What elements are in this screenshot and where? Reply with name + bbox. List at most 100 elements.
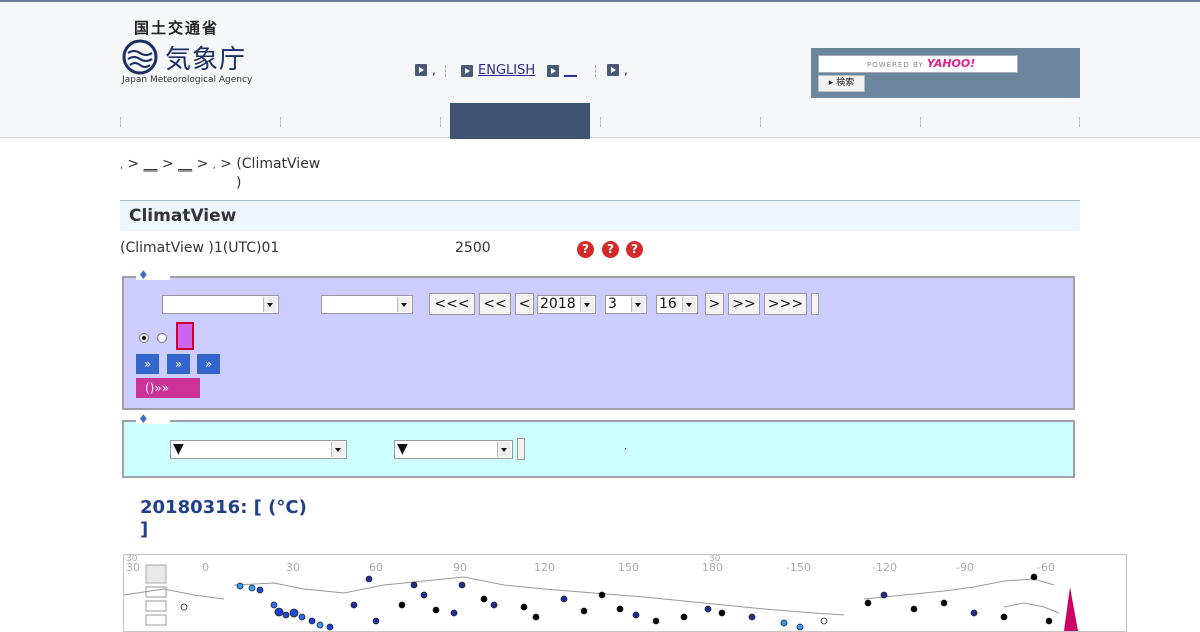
next-month-button[interactable]: >> <box>728 293 760 315</box>
next-year-button[interactable]: >>> <box>764 293 807 315</box>
option-select-b[interactable]: ▼ <box>394 440 513 459</box>
lon-label: -150 <box>786 561 811 574</box>
site-header: 国土交通省 気象庁 Japan Meteorological Agency , … <box>0 2 1200 139</box>
submit-button[interactable] <box>811 293 819 315</box>
header-link-1[interactable]: , <box>415 63 436 77</box>
lon-label: 60 <box>369 561 383 574</box>
arrow-icon <box>547 64 559 77</box>
breadcrumb-home[interactable]: , <box>120 161 123 171</box>
pink-action-button[interactable]: ()»» <box>136 378 200 398</box>
world-map[interactable]: 30 0 30 60 90 120 150 180 -150 -120 -90 … <box>123 554 1127 632</box>
prev-day-button[interactable]: < <box>515 293 534 315</box>
go-button-1[interactable]: » <box>136 354 159 374</box>
site-search: POWERED BY YAHOO! ▸ 検索 <box>811 48 1080 98</box>
lon-label: 30 <box>286 561 300 574</box>
chevron-down-icon <box>580 297 594 312</box>
divider <box>595 65 597 77</box>
ministry-name: 国土交通省 <box>134 19 220 37</box>
breadcrumb-separator: > <box>196 156 209 172</box>
day-select[interactable]: 16 <box>656 295 698 314</box>
colorbar-arrow <box>1064 587 1078 631</box>
element-select[interactable] <box>162 295 279 314</box>
yahoo-branding: POWERED BY YAHOO! <box>867 57 975 70</box>
page-title: ClimatView <box>129 206 237 226</box>
info-text: (ClimatView )1(UTC)01 <box>120 240 280 256</box>
breadcrumb-link[interactable]: , <box>213 161 216 171</box>
header-link-label: ENGLISH <box>478 63 536 78</box>
search-input[interactable]: POWERED BY YAHOO! <box>818 55 1018 73</box>
breadcrumb-link[interactable]: __ <box>144 156 158 172</box>
go-button-3[interactable]: » <box>197 354 220 374</box>
global-nav <box>120 103 1080 139</box>
lon-label: 150 <box>618 561 639 574</box>
prev-month-button[interactable]: << <box>479 293 511 315</box>
next-day-button[interactable]: > <box>705 293 724 315</box>
chevron-down-icon <box>682 297 696 312</box>
jma-logo[interactable]: 国土交通省 気象庁 Japan Meteorological Agency <box>122 17 252 92</box>
breadcrumb-current-end: ) <box>236 175 242 191</box>
prev-year-button[interactable]: <<< <box>429 293 475 315</box>
display-options-panel: ♦ ▼ ▼ , <box>122 412 1075 478</box>
zoom-level-step <box>145 600 167 612</box>
color-swatch[interactable] <box>176 322 194 350</box>
header-link-3[interactable]: __ <box>547 63 577 78</box>
chevron-down-icon <box>631 297 645 312</box>
lat-label: 30 <box>126 555 138 564</box>
go-button-2[interactable]: » <box>167 354 190 374</box>
option-select-a[interactable]: ▼ <box>170 440 347 459</box>
lon-label: 90 <box>453 561 467 574</box>
radio-option-1[interactable] <box>139 333 149 343</box>
page-title-bar: ClimatView <box>120 200 1080 231</box>
diamond-icon: ♦ <box>138 412 149 426</box>
breadcrumb-separator: > <box>127 156 140 172</box>
header-link-label: , <box>624 63 628 77</box>
help-icon[interactable]: ? <box>602 241 619 258</box>
panel-note: , <box>624 442 627 452</box>
year-value: 2018 <box>540 296 576 312</box>
lon-label: 0 <box>202 561 209 574</box>
divider <box>445 65 447 77</box>
nav-divider <box>280 117 281 127</box>
powered-by-label: POWERED BY <box>867 61 924 69</box>
breadcrumb-link[interactable]: __ <box>178 156 192 172</box>
search-button-label: 検索 <box>836 78 855 88</box>
day-value: 16 <box>659 296 677 312</box>
header-link-english[interactable]: ENGLISH <box>461 63 535 78</box>
lon-label: -60 <box>1037 561 1055 574</box>
zoom-in-button <box>145 564 167 584</box>
jma-emblem-icon <box>122 39 158 75</box>
info-line: (ClimatView )1(UTC)01 2500 ? ? ? <box>120 240 1080 260</box>
lon-label: 120 <box>534 561 555 574</box>
search-button[interactable]: ▸ 検索 <box>818 75 865 92</box>
lon-label: -90 <box>956 561 974 574</box>
info-count: 2500 <box>455 240 491 256</box>
arrow-icon <box>415 64 427 76</box>
help-icon[interactable]: ? <box>626 241 643 258</box>
agency-name: 気象庁 <box>165 45 247 75</box>
month-value: 3 <box>608 296 617 312</box>
zoom-level-step <box>145 614 167 626</box>
period-select[interactable] <box>321 295 413 314</box>
breadcrumb-separator: > <box>220 156 232 172</box>
map-title-line2: ] <box>140 519 149 540</box>
lon-label: -120 <box>872 561 897 574</box>
nav-item-active[interactable] <box>450 103 590 139</box>
map-canvas: 30 0 30 60 90 120 150 180 -150 -120 -90 … <box>124 555 1078 631</box>
option-select-b-value: ▼ <box>397 441 408 457</box>
breadcrumb-current: (ClimatView <box>236 156 321 172</box>
help-icon[interactable]: ? <box>577 241 594 258</box>
radio-option-2[interactable] <box>157 333 167 343</box>
apply-button[interactable] <box>517 438 525 460</box>
agency-english-name: Japan Meteorological Agency <box>122 75 253 85</box>
diamond-icon: ♦ <box>138 268 149 282</box>
month-select[interactable]: 3 <box>605 295 647 314</box>
breadcrumb-separator: > <box>161 156 174 172</box>
year-select[interactable]: 2018 <box>537 295 596 314</box>
arrow-icon <box>461 64 473 77</box>
header-link-label: __ <box>564 63 577 78</box>
breadcrumb: , > __ > __ > , > (ClimatView ) <box>120 156 320 192</box>
chevron-down-icon <box>331 442 345 457</box>
nav-divider <box>120 117 121 127</box>
map-title-line1: 20180316: [ (°C) <box>140 497 307 518</box>
header-link-4[interactable]: , <box>607 63 628 77</box>
